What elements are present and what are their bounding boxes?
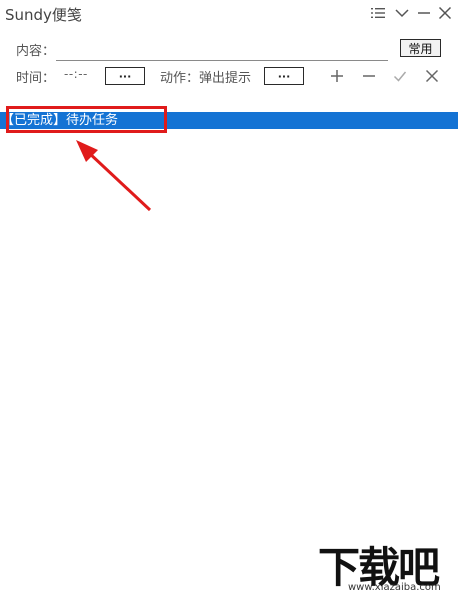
watermark-url: www.xiazaiba.com bbox=[348, 582, 441, 593]
watermark-logo: 下载吧 www.xiazaiba.com bbox=[318, 534, 458, 595]
annotation-arrow-icon bbox=[76, 140, 152, 212]
sticky-note-window: Sundy便笺 内容： 常用 时间： --:-- ··· 动作：弹出提示 ···… bbox=[0, 0, 458, 595]
